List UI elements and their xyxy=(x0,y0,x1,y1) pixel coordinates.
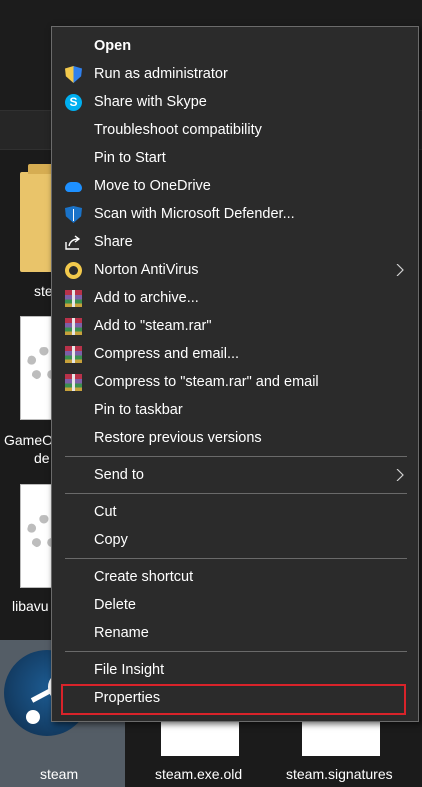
highlight-box xyxy=(61,684,406,715)
menu-item-open[interactable]: Open xyxy=(52,32,418,60)
blank-file-icon[interactable] xyxy=(302,716,380,756)
gear-icon xyxy=(27,347,53,381)
menu-item-label: Norton AntiVirus xyxy=(94,262,199,278)
config-file-icon[interactable] xyxy=(20,316,54,420)
winrar-icon xyxy=(65,290,82,307)
menu-item-file-insight[interactable]: File Insight xyxy=(52,656,418,684)
menu-item-label: Add to "steam.rar" xyxy=(94,318,212,334)
menu-item-label: Compress and email... xyxy=(94,346,240,362)
file-label[interactable]: libavu xyxy=(12,598,49,614)
menu-item-scan-defender[interactable]: Scan with Microsoft Defender... xyxy=(52,200,418,228)
menu-item-label: Troubleshoot compatibility xyxy=(94,122,262,138)
file-label[interactable]: steam xyxy=(40,766,78,782)
menu-item-label: Send to xyxy=(94,467,144,483)
file-label[interactable]: steam.exe.old xyxy=(155,766,242,782)
menu-item-label: Compress to "steam.rar" and email xyxy=(94,374,319,390)
menu-item-share[interactable]: Share xyxy=(52,228,418,256)
file-label-line2[interactable]: de xyxy=(34,450,50,466)
uac-shield-icon xyxy=(65,66,82,83)
menu-item-copy[interactable]: Copy xyxy=(52,526,418,554)
steam-logo-dot xyxy=(26,710,40,724)
menu-item-pin-to-taskbar[interactable]: Pin to taskbar xyxy=(52,396,418,424)
norton-icon xyxy=(65,262,82,279)
winrar-icon xyxy=(65,346,82,363)
file-label[interactable]: GameO xyxy=(4,432,53,448)
menu-item-label: Create shortcut xyxy=(94,569,194,585)
menu-item-add-to-steam-rar[interactable]: Add to "steam.rar" xyxy=(52,312,418,340)
context-menu: Open Run as administrator S Share with S… xyxy=(51,26,419,722)
menu-item-compress-to-steam-rar-email[interactable]: Compress to "steam.rar" and email xyxy=(52,368,418,396)
menu-item-label: Cut xyxy=(94,504,117,520)
menu-item-label: Restore previous versions xyxy=(94,430,262,446)
menu-item-label: Scan with Microsoft Defender... xyxy=(94,206,295,222)
chevron-right-icon xyxy=(396,264,404,276)
menu-item-pin-to-start[interactable]: Pin to Start xyxy=(52,144,418,172)
menu-item-rename[interactable]: Rename xyxy=(52,619,418,647)
menu-item-label: Share xyxy=(94,234,133,250)
menu-item-label: File Insight xyxy=(94,662,165,678)
skype-icon: S xyxy=(65,94,82,111)
config-file-icon[interactable] xyxy=(20,484,54,588)
menu-item-label: Delete xyxy=(94,597,136,613)
menu-item-compress-and-email[interactable]: Compress and email... xyxy=(52,340,418,368)
menu-item-cut[interactable]: Cut xyxy=(52,498,418,526)
menu-item-label: Add to archive... xyxy=(94,290,199,306)
menu-item-delete[interactable]: Delete xyxy=(52,591,418,619)
menu-item-label: Run as administrator xyxy=(94,66,228,82)
menu-item-create-shortcut[interactable]: Create shortcut xyxy=(52,563,418,591)
defender-shield-icon xyxy=(65,206,82,223)
menu-item-label: Share with Skype xyxy=(94,94,207,110)
menu-item-troubleshoot[interactable]: Troubleshoot compatibility xyxy=(52,116,418,144)
menu-item-label: Copy xyxy=(94,532,128,548)
menu-item-restore-previous-versions[interactable]: Restore previous versions xyxy=(52,424,418,452)
onedrive-cloud-icon xyxy=(65,182,82,192)
menu-item-run-as-admin[interactable]: Run as administrator xyxy=(52,60,418,88)
menu-item-label: Move to OneDrive xyxy=(94,178,211,194)
menu-separator xyxy=(65,651,407,652)
file-label[interactable]: ste xyxy=(34,283,53,299)
winrar-icon xyxy=(65,318,82,335)
menu-item-label: Pin to Start xyxy=(94,150,166,166)
menu-item-send-to[interactable]: Send to xyxy=(52,461,418,489)
blank-file-icon[interactable] xyxy=(161,716,239,756)
menu-item-label: Rename xyxy=(94,625,149,641)
menu-separator xyxy=(65,456,407,457)
menu-separator xyxy=(65,558,407,559)
menu-item-label: Open xyxy=(94,38,132,54)
menu-item-move-to-onedrive[interactable]: Move to OneDrive xyxy=(52,172,418,200)
winrar-icon xyxy=(65,374,82,391)
menu-item-share-with-skype[interactable]: S Share with Skype xyxy=(52,88,418,116)
gear-icon xyxy=(27,515,53,549)
menu-item-norton[interactable]: Norton AntiVirus xyxy=(52,256,418,284)
menu-separator xyxy=(65,493,407,494)
menu-item-add-to-archive[interactable]: Add to archive... xyxy=(52,284,418,312)
menu-item-label: Pin to taskbar xyxy=(94,402,183,418)
chevron-right-icon xyxy=(396,469,404,481)
file-label[interactable]: steam.signatures xyxy=(286,766,393,782)
share-icon xyxy=(65,235,81,250)
